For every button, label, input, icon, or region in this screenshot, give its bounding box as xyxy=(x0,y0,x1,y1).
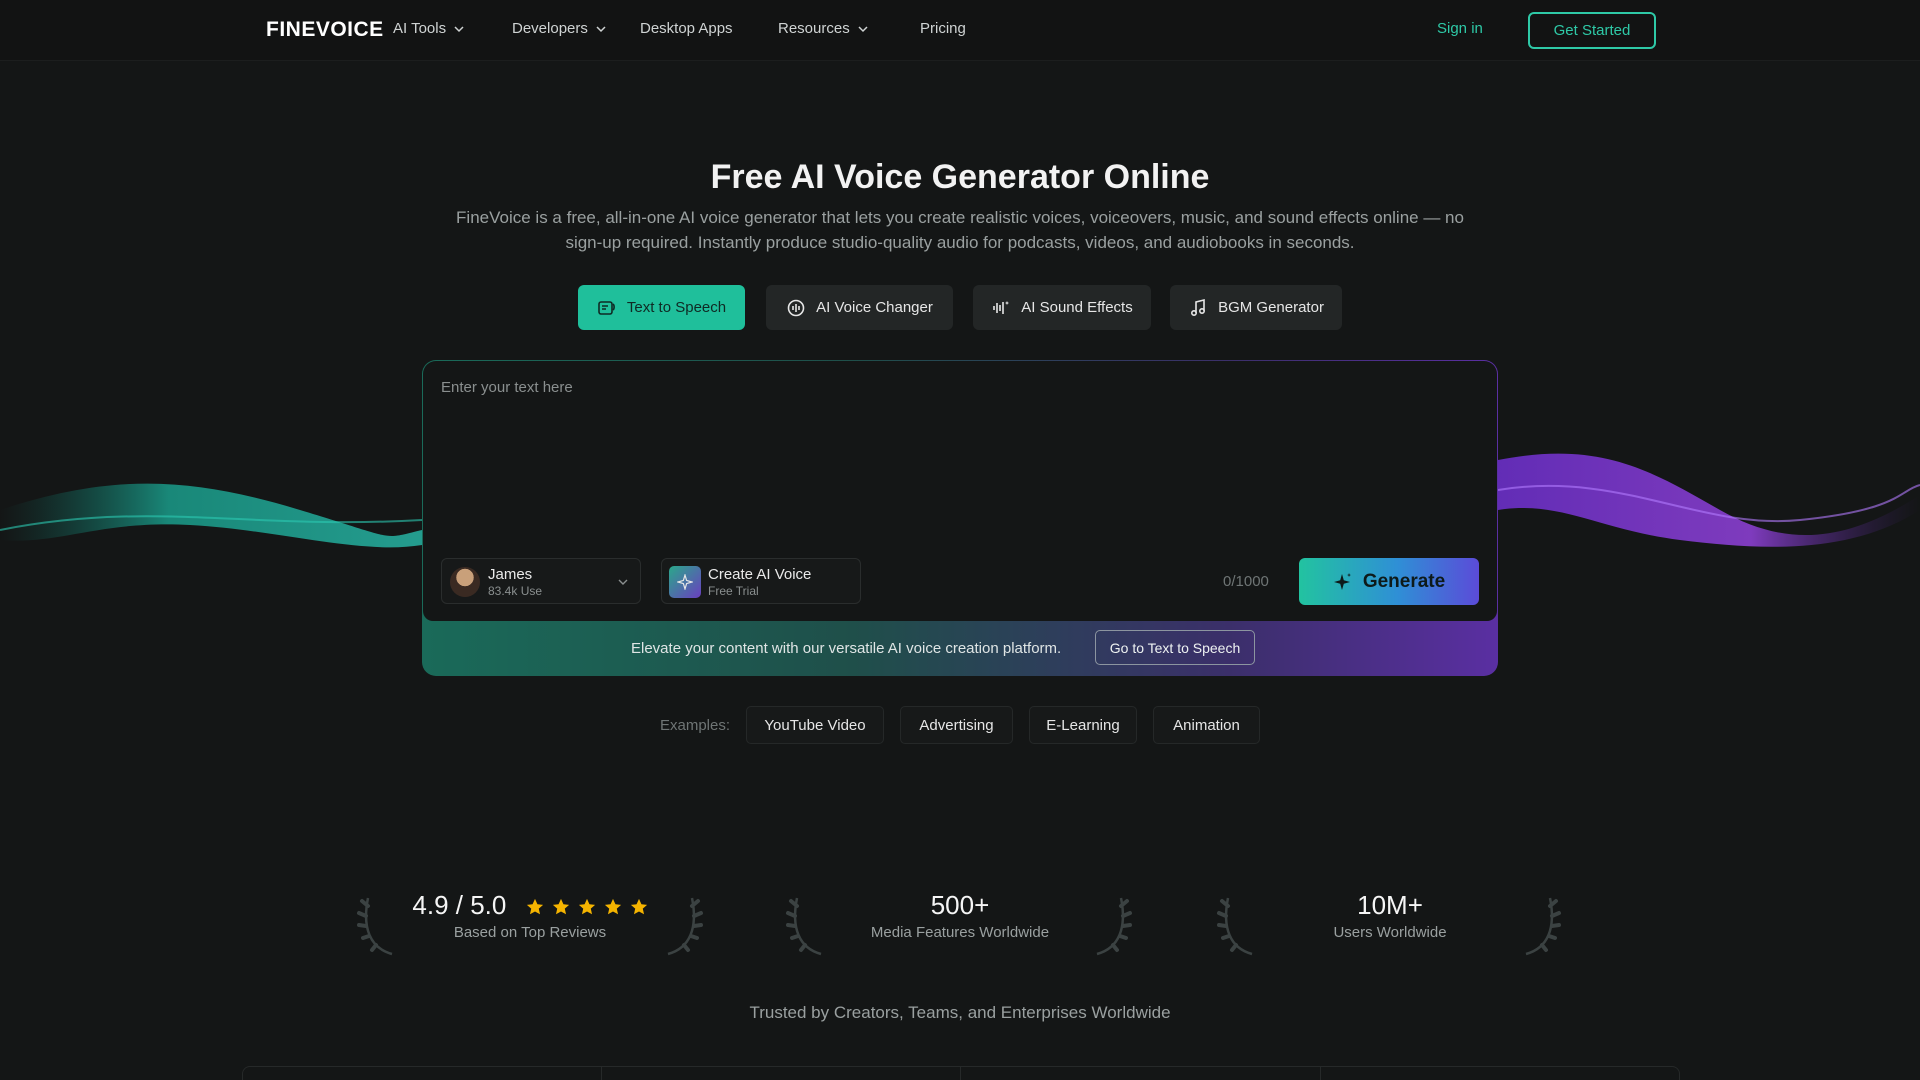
users-value: 10M+ xyxy=(1357,890,1423,920)
star-icon xyxy=(578,899,595,915)
laurel-left-icon xyxy=(1217,897,1253,956)
get-started-button[interactable]: Get Started xyxy=(1528,12,1656,49)
page-subtitle-line-2: sign-up required. Instantly produce stud… xyxy=(565,233,1355,252)
nav-ai-tools[interactable]: AI Tools xyxy=(393,20,464,37)
star-icon xyxy=(526,899,543,915)
laurel-left-icon xyxy=(357,897,393,956)
promo-text: Elevate your content with our versatile … xyxy=(631,640,1062,657)
chevron-down-icon xyxy=(618,579,628,585)
generate-button[interactable]: Generate xyxy=(1299,558,1479,605)
nav-pricing[interactable]: Pricing xyxy=(920,20,966,37)
tool-tabs: Text to Speech AI Voice Changer AI Sound… xyxy=(0,285,1920,330)
example-chip-animation[interactable]: Animation xyxy=(1153,706,1260,744)
top-navigation: FINEVOICE AI Tools Developers Desktop Ap… xyxy=(0,0,1920,61)
users-label: Users Worldwide xyxy=(1333,924,1447,941)
laurel-right-icon xyxy=(667,897,703,956)
page-subtitle: FineVoice is a free, all-in-one AI voice… xyxy=(430,205,1490,255)
laurel-right-icon xyxy=(1525,897,1561,956)
text-input[interactable] xyxy=(441,379,1481,529)
text-to-speech-panel: James 83.4k Use Create AI Voice Free Tri… xyxy=(422,360,1498,676)
stat-media-features: 500+ Media Features Worldwide xyxy=(840,890,1080,941)
sound-effects-icon xyxy=(993,300,1010,314)
nav-developers[interactable]: Developers xyxy=(512,20,606,37)
nav-desktop-apps-label: Desktop Apps xyxy=(640,20,733,37)
text-to-speech-icon xyxy=(598,300,615,315)
logo-strip-divider xyxy=(1320,1067,1321,1080)
logo[interactable]: FINEVOICE xyxy=(266,18,384,42)
tab-ai-sound-effects-label: AI Sound Effects xyxy=(1021,299,1133,316)
chevron-down-icon xyxy=(858,25,868,32)
laurel-right-icon xyxy=(1096,897,1132,956)
tab-text-to-speech[interactable]: Text to Speech xyxy=(578,285,745,330)
tab-ai-sound-effects[interactable]: AI Sound Effects xyxy=(973,285,1151,330)
chevron-down-icon xyxy=(454,25,464,32)
generate-button-label: Generate xyxy=(1362,570,1446,592)
tab-bgm-generator[interactable]: BGM Generator xyxy=(1170,285,1342,330)
page-subtitle-line-1: FineVoice is a free, all-in-one AI voice… xyxy=(456,208,1464,227)
nav-resources-label: Resources xyxy=(778,20,850,37)
trusted-by-heading: Trusted by Creators, Teams, and Enterpri… xyxy=(749,1003,1171,1022)
nav-desktop-apps[interactable]: Desktop Apps xyxy=(640,20,733,37)
logo-strip-divider xyxy=(601,1067,602,1080)
chevron-down-icon xyxy=(596,25,606,32)
nav-ai-tools-label: AI Tools xyxy=(393,20,447,37)
voice-changer-icon xyxy=(787,299,805,316)
star-icon xyxy=(630,899,647,915)
voice-selector[interactable]: James 83.4k Use xyxy=(441,558,641,604)
nav-resources[interactable]: Resources xyxy=(778,20,868,37)
create-ai-voice-button[interactable]: Create AI Voice Free Trial xyxy=(661,558,861,604)
editor-card: James 83.4k Use Create AI Voice Free Tri… xyxy=(423,361,1497,621)
tab-bgm-generator-label: BGM Generator xyxy=(1218,299,1324,316)
tab-text-to-speech-label: Text to Speech xyxy=(626,299,727,316)
character-counter: 0/1000 xyxy=(1223,573,1269,590)
example-chip-youtube-video[interactable]: YouTube Video xyxy=(746,706,884,744)
stat-users: 10M+ Users Worldwide xyxy=(1270,890,1510,941)
logo-strip-divider xyxy=(960,1067,961,1080)
page-title: Free AI Voice Generator Online xyxy=(710,158,1210,196)
stat-rating: 4.9 / 5.0 Based on Top Reviews xyxy=(408,890,652,941)
sign-in-link[interactable]: Sign in xyxy=(1437,20,1483,37)
voice-name: James xyxy=(488,566,533,583)
go-to-text-to-speech-button[interactable]: Go to Text to Speech xyxy=(1095,630,1255,665)
rating-stars xyxy=(526,898,648,916)
create-ai-voice-title: Create AI Voice xyxy=(708,566,812,583)
media-features-label: Media Features Worldwide xyxy=(870,924,1050,941)
logo-strip xyxy=(242,1066,1680,1080)
tab-ai-voice-changer-label: AI Voice Changer xyxy=(816,299,933,316)
create-ai-voice-subtitle: Free Trial xyxy=(708,584,759,598)
examples-label: Examples: xyxy=(660,717,731,734)
examples-row: Examples: YouTube Video Advertising E-Le… xyxy=(0,706,1920,744)
tab-ai-voice-changer[interactable]: AI Voice Changer xyxy=(766,285,953,330)
star-icon xyxy=(604,899,621,915)
example-chip-e-learning[interactable]: E-Learning xyxy=(1029,706,1137,744)
sparkle-icon xyxy=(1333,572,1351,590)
star-icon xyxy=(552,899,569,915)
stat-rating-value-row: 4.9 / 5.0 xyxy=(408,890,652,921)
rating-label: Based on Top Reviews xyxy=(453,924,607,941)
example-chip-advertising[interactable]: Advertising xyxy=(900,706,1013,744)
media-features-value: 500+ xyxy=(930,890,990,920)
music-note-icon xyxy=(1191,298,1206,316)
voice-usage: 83.4k Use xyxy=(488,584,543,598)
nav-pricing-label: Pricing xyxy=(920,20,966,37)
sparkle-icon xyxy=(669,566,701,598)
laurel-left-icon xyxy=(786,897,822,956)
avatar xyxy=(450,567,480,597)
nav-developers-label: Developers xyxy=(512,20,588,37)
rating-value: 4.9 / 5.0 xyxy=(412,890,507,920)
